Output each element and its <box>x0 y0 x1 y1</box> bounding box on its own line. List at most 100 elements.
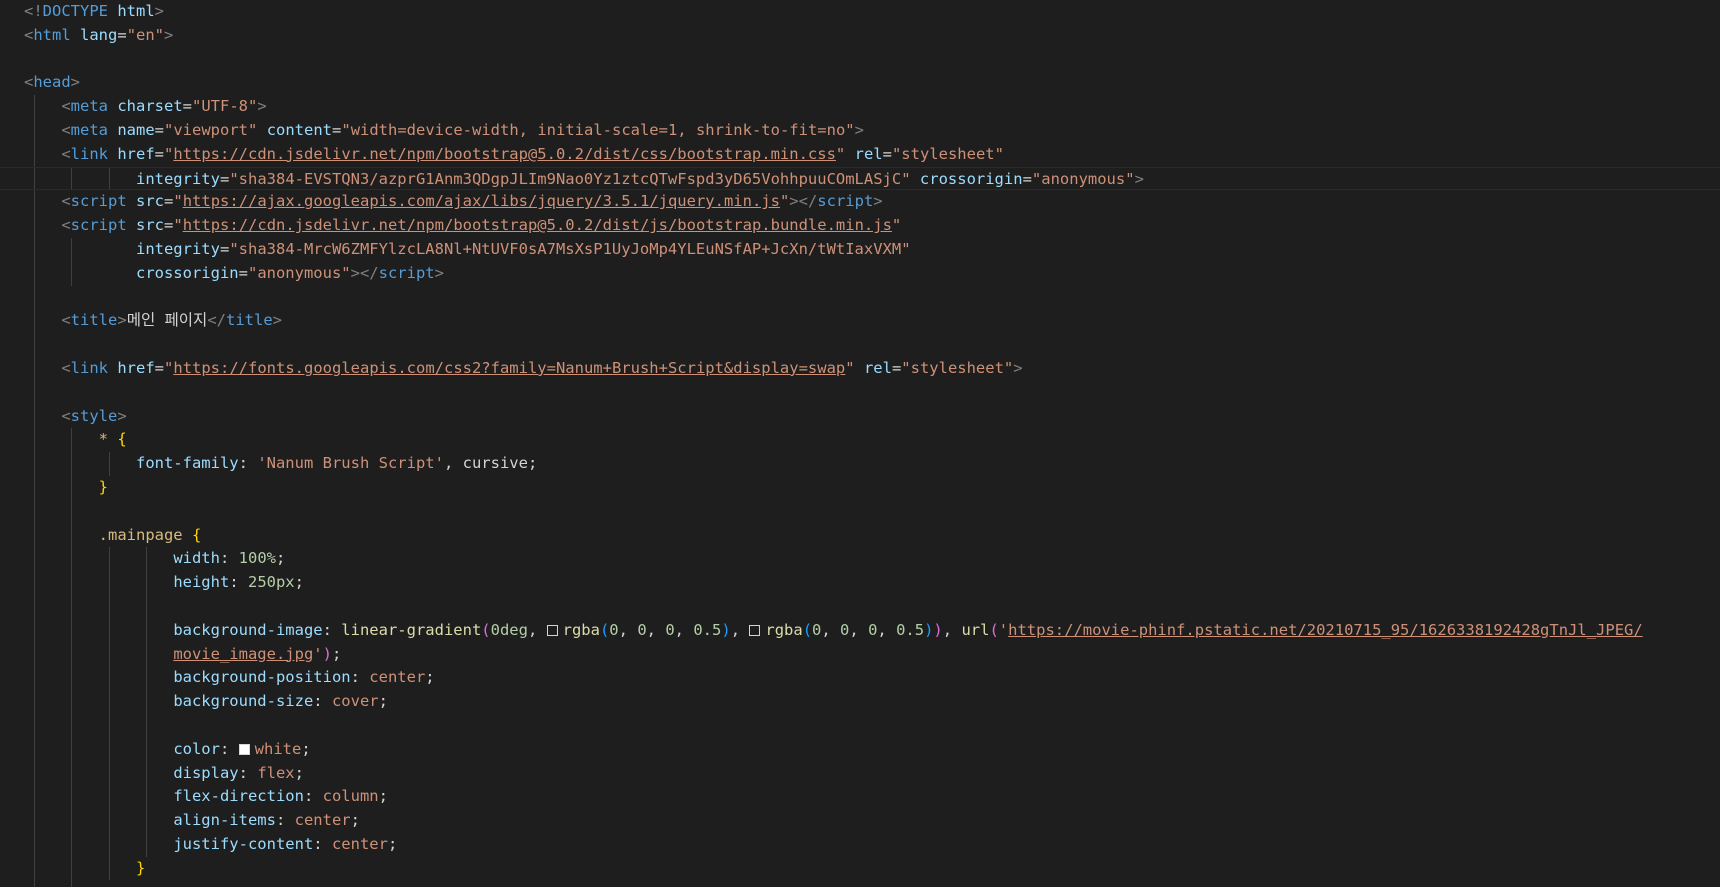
code-line[interactable]: <!DOCTYPE html> <box>0 0 1720 24</box>
code-line[interactable]: width: 100%; <box>0 547 1720 572</box>
code-line[interactable] <box>0 333 1720 357</box>
code-token-paren2: ) <box>933 620 943 639</box>
code-line[interactable]: } <box>0 856 1720 881</box>
code-line[interactable]: align-items: center; <box>0 809 1720 833</box>
indent-guide <box>108 809 110 833</box>
code-token-str: "en" <box>126 25 165 44</box>
code-line[interactable]: <script src="https://ajax.googleapis.com… <box>0 190 1720 215</box>
code-line[interactable]: <script src="https://cdn.jsdelivr.net/np… <box>0 214 1720 238</box>
code-token-punct: > <box>117 406 127 425</box>
code-line[interactable] <box>0 499 1720 524</box>
color-swatch[interactable] <box>238 743 250 755</box>
indent-guide <box>34 380 35 405</box>
code-line[interactable]: <link href="https://fonts.googleapis.com… <box>0 356 1720 381</box>
code-line[interactable] <box>0 713 1720 738</box>
code-token-eq: = <box>154 144 165 163</box>
color-swatch[interactable] <box>749 624 761 636</box>
indent-guide <box>34 832 35 857</box>
code-line[interactable]: * { <box>0 428 1720 453</box>
code-line[interactable]: height: 250px; <box>0 571 1720 595</box>
code-token-prop: flex-direction <box>173 787 304 806</box>
code-token-attr: crossorigin <box>919 169 1023 188</box>
code-token-str: "anonymous" <box>247 263 351 282</box>
code-line[interactable]: .mainpage { <box>0 523 1720 548</box>
code-token-txt: : <box>219 739 239 758</box>
indent-guide <box>34 713 35 738</box>
code-token-tag: script <box>70 192 127 211</box>
code-line[interactable]: font-family: 'Nanum Brush Script', cursi… <box>0 452 1720 476</box>
color-swatch[interactable] <box>546 624 558 636</box>
indent-guide <box>71 832 73 857</box>
code-line[interactable] <box>0 380 1720 405</box>
code-line[interactable]: integrity="sha384-MrcW6ZMFYlzcLA8Nl+NtUV… <box>0 237 1720 262</box>
code-token-attr: content <box>266 120 333 139</box>
code-token-paren2: ( <box>989 620 999 639</box>
code-line[interactable]: display: flex; <box>0 761 1720 786</box>
indent-guide <box>108 452 110 476</box>
code-token-func: rgba <box>765 620 803 639</box>
code-line[interactable]: background-position: center; <box>0 666 1720 691</box>
code-token-tag: title <box>226 311 273 330</box>
code-line[interactable]: <style> <box>0 404 1720 429</box>
code-line[interactable]: movie_image.jpg'); <box>0 642 1720 667</box>
code-token-tag: html <box>33 25 71 44</box>
code-token-punct: > <box>164 25 174 44</box>
code-token-punct: ></ <box>789 192 818 211</box>
code-line[interactable]: <head> <box>0 71 1720 95</box>
indent-guide <box>71 167 73 190</box>
code-token-str: ' <box>998 620 1009 639</box>
code-line[interactable]: <meta charset="UTF-8"> <box>0 95 1720 119</box>
indent-guide <box>146 737 148 762</box>
indent-guide <box>34 785 35 810</box>
code-token-eq: = <box>182 97 193 116</box>
indent-guide <box>34 761 35 786</box>
indent-guide <box>34 142 35 167</box>
code-token-prop: font-family <box>135 454 239 473</box>
indent-guide <box>108 618 110 643</box>
indent-guide <box>34 285 35 310</box>
code-token-brace: } <box>98 477 108 496</box>
indent-guide <box>71 642 73 667</box>
code-token-prop: background-position <box>173 668 351 687</box>
code-line[interactable]: color: white; <box>0 737 1720 762</box>
code-line[interactable]: justify-content: center; <box>0 832 1720 857</box>
code-token-prop: background-image <box>173 620 323 639</box>
code-line[interactable] <box>0 48 1720 72</box>
code-line[interactable]: crossorigin="anonymous"></script> <box>0 261 1720 286</box>
code-line[interactable]: background-size: cover; <box>0 690 1720 714</box>
code-token-str: flex <box>257 763 295 782</box>
code-line[interactable]: integrity="sha384-EVSTQN3/azprG1Anm3QDgp… <box>0 166 1720 191</box>
code-token-txt: ; <box>331 644 342 663</box>
code-line[interactable]: <link href="https://cdn.jsdelivr.net/npm… <box>0 142 1720 167</box>
code-token-punct: < <box>24 25 34 44</box>
code-token-brace: { <box>117 430 127 449</box>
code-line[interactable]: <meta name="viewport" content="width=dev… <box>0 118 1720 143</box>
code-line[interactable]: <html lang="en"> <box>0 24 1720 48</box>
code-token-url: https://fonts.googleapis.com/css2?family… <box>173 358 846 377</box>
code-line[interactable] <box>0 594 1720 619</box>
code-line[interactable]: <title>메인 페이지</title> <box>0 309 1720 334</box>
code-token-punct: > <box>854 120 864 139</box>
code-line[interactable]: flex-direction: column; <box>0 785 1720 810</box>
code-line[interactable] <box>0 285 1720 310</box>
code-line[interactable]: } <box>0 475 1720 500</box>
code-token-punct: </ <box>207 311 226 330</box>
code-editor[interactable]: <!DOCTYPE html> <html lang="en"> <head> <m… <box>0 0 1720 887</box>
code-line[interactable] <box>0 880 1720 887</box>
code-line[interactable]: background-image: linear-gradient(0deg, … <box>0 618 1720 643</box>
code-token-txt: ; <box>425 668 435 687</box>
code-token-url: https://movie-phinf.pstatic.net/20210715… <box>1008 620 1643 639</box>
code-token-paren3: ( <box>599 620 610 639</box>
code-token-txt: , <box>730 620 750 639</box>
code-token-str: ' <box>313 644 323 663</box>
indent-guide <box>71 713 73 738</box>
code-token-punct: < <box>61 406 71 425</box>
indent-guide <box>34 237 35 262</box>
code-token-txt: : <box>229 573 248 592</box>
